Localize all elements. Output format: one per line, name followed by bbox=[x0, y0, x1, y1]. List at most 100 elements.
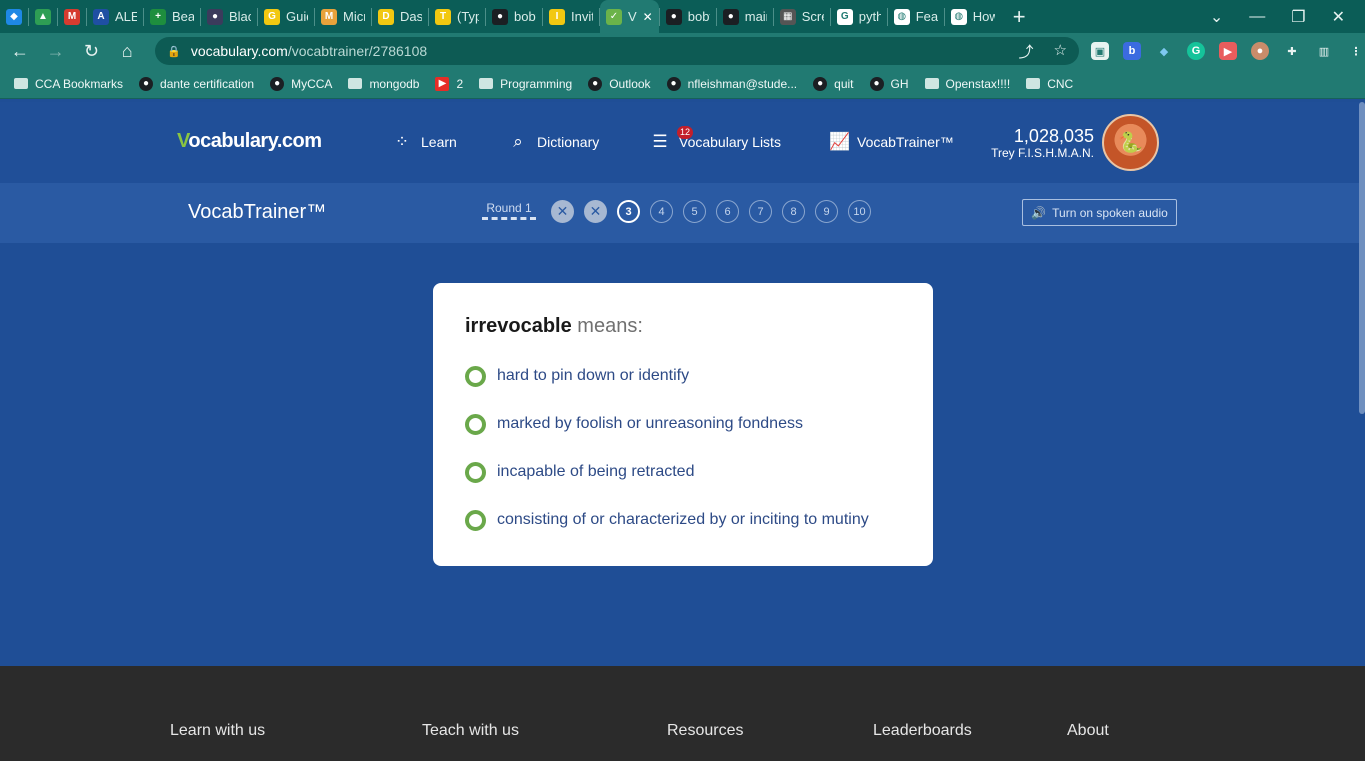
browser-tab[interactable]: G Guid bbox=[258, 0, 314, 33]
avatar-extension-icon[interactable]: ● bbox=[1250, 42, 1269, 60]
browser-tab[interactable]: M bbox=[58, 0, 86, 33]
browser-tab[interactable]: A ALE bbox=[87, 0, 143, 33]
tab-favicon-icon: A bbox=[93, 8, 109, 25]
browser-tab[interactable]: ◍ How bbox=[945, 0, 1001, 33]
close-window-icon[interactable]: ✕ bbox=[1332, 7, 1345, 27]
answer-choice[interactable]: marked by foolish or unreasoning fondnes… bbox=[465, 400, 901, 448]
b-extension-icon[interactable]: b bbox=[1122, 42, 1141, 60]
picture-in-picture-icon[interactable]: ▣ bbox=[1090, 42, 1109, 60]
site-logo[interactable]: Vocabulary.com bbox=[177, 130, 322, 153]
footer-learn-with-us[interactable]: Learn with us bbox=[170, 722, 265, 740]
footer-teach-with-us[interactable]: Teach with us bbox=[422, 722, 519, 740]
folder-icon bbox=[1026, 78, 1041, 89]
question-progress-dot: 3 bbox=[617, 200, 640, 223]
question-progress: ✕ ✕ 3 4 5 6 7 8 9 10 bbox=[551, 200, 871, 223]
bookmark-item[interactable]: ● Outlook bbox=[588, 76, 651, 91]
nav-dictionary[interactable]: ⌕ Dictionary bbox=[509, 132, 599, 152]
user-info[interactable]: 1,028,035 Trey F.I.S.H.M.A.N. bbox=[991, 126, 1094, 160]
minimize-icon[interactable]: — bbox=[1249, 8, 1265, 26]
nav-vocabtrainer[interactable]: 📈 VocabTrainer™ bbox=[829, 132, 954, 152]
side-panel-icon[interactable]: ▥ bbox=[1315, 42, 1333, 60]
answer-choice[interactable]: incapable of being retracted bbox=[465, 448, 901, 496]
share-icon[interactable]: ⤴ bbox=[1019, 41, 1034, 62]
user-name: Trey F.I.S.H.M.A.N. bbox=[991, 146, 1094, 160]
tab-favicon-icon: ▲ bbox=[35, 8, 51, 25]
bookmark-item[interactable]: Programming bbox=[479, 77, 572, 91]
browser-tab[interactable]: ✓ V ✕ bbox=[600, 0, 659, 33]
site-favicon-icon: ● bbox=[139, 76, 154, 91]
close-tab-icon[interactable]: ✕ bbox=[643, 10, 653, 24]
restore-icon[interactable]: ❐ bbox=[1291, 7, 1305, 27]
lock-icon[interactable]: 🔒 bbox=[167, 45, 181, 58]
tab-title: How bbox=[972, 9, 995, 24]
bookmark-item[interactable]: ● MyCCA bbox=[270, 76, 333, 91]
back-icon[interactable]: ← bbox=[4, 41, 36, 62]
footer-leaderboards[interactable]: Leaderboards bbox=[873, 722, 972, 740]
nav-learn-label: Learn bbox=[421, 134, 457, 150]
menu-kebab-icon[interactable]: ⋮ bbox=[1347, 42, 1365, 60]
reload-icon[interactable]: ↻ bbox=[76, 41, 108, 62]
bookmark-star-icon[interactable]: ☆ bbox=[1054, 41, 1067, 62]
answer-choice[interactable]: consisting of or characterized by or inc… bbox=[465, 496, 901, 544]
extension-icons: ▣ b ◆ G ▶ ● ✚ ▥ ⋮ bbox=[1090, 42, 1365, 60]
radio-circle-icon[interactable] bbox=[465, 413, 486, 435]
bookmark-item[interactable]: ● nfleishman@stude... bbox=[666, 76, 797, 91]
extensions-puzzle-icon[interactable]: ✚ bbox=[1283, 42, 1301, 60]
user-avatar[interactable]: 🐍 bbox=[1102, 114, 1159, 171]
bookmark-item[interactable]: ● GH bbox=[869, 76, 909, 91]
forward-icon[interactable]: → bbox=[40, 41, 72, 62]
browser-tab[interactable]: ◆ bbox=[0, 0, 28, 33]
tab-search-icon[interactable]: ⌄ bbox=[1210, 7, 1223, 27]
bookmark-item[interactable]: ● quit bbox=[813, 76, 854, 91]
grammarly-icon[interactable]: G bbox=[1186, 42, 1205, 60]
answer-choice[interactable]: hard to pin down or identify bbox=[465, 352, 901, 400]
browser-tab[interactable]: ● bobt bbox=[486, 0, 542, 33]
browser-tab[interactable]: ▦ Scre bbox=[774, 0, 830, 33]
browser-tab[interactable]: M Micr bbox=[315, 0, 371, 33]
nav-vocabulary-lists[interactable]: ☰ 12 Vocabulary Lists bbox=[651, 126, 781, 152]
speaker-icon: 🔊 bbox=[1031, 205, 1047, 220]
bookmark-item[interactable]: mongodb bbox=[348, 77, 419, 91]
browser-tab[interactable]: ◍ Feat bbox=[888, 0, 944, 33]
browser-tab[interactable]: ▲ bbox=[29, 0, 57, 33]
bookmark-item[interactable]: ● dante certification bbox=[139, 76, 254, 91]
recorder-extension-icon[interactable]: ▶ bbox=[1218, 42, 1237, 60]
bookmark-item[interactable]: CCA Bookmarks bbox=[14, 77, 123, 91]
gem-extension-icon[interactable]: ◆ bbox=[1155, 42, 1173, 60]
url-path: /vocabtrainer/2786108 bbox=[287, 43, 428, 59]
browser-tab[interactable]: T (Typ bbox=[429, 0, 485, 33]
new-tab-button[interactable]: + bbox=[1001, 4, 1038, 30]
browser-tab[interactable]: I Invit bbox=[543, 0, 599, 33]
bookmark-item[interactable]: ▶ 2 bbox=[435, 76, 463, 91]
logo-text: ocabulary.com bbox=[188, 130, 322, 152]
tab-favicon-icon: ◍ bbox=[950, 8, 967, 25]
round-indicator: Round 1 bbox=[482, 201, 536, 220]
page-scrollbar[interactable] bbox=[1359, 102, 1365, 414]
browser-tab[interactable]: D Dash bbox=[372, 0, 428, 33]
footer-resources[interactable]: Resources bbox=[667, 722, 743, 740]
bookmark-item[interactable]: Openstax!!!! bbox=[924, 77, 1010, 91]
folder-icon bbox=[14, 78, 28, 89]
spoken-audio-button[interactable]: 🔊 Turn on spoken audio bbox=[1022, 199, 1177, 226]
home-icon[interactable]: ⌂ bbox=[111, 41, 143, 62]
radio-circle-icon[interactable] bbox=[465, 461, 486, 483]
site-favicon-icon: ● bbox=[588, 76, 603, 91]
browser-tab[interactable]: ● Blac bbox=[201, 0, 257, 33]
browser-tab[interactable]: Gpyth bbox=[831, 0, 887, 33]
radio-circle-icon[interactable] bbox=[465, 509, 486, 531]
bookmark-item[interactable]: CNC bbox=[1026, 77, 1073, 91]
browser-tab[interactable]: ● mair bbox=[717, 0, 773, 33]
question-progress-dot: 5 bbox=[683, 200, 706, 223]
browser-tab[interactable]: + Beat bbox=[144, 0, 200, 33]
tab-title: mair bbox=[744, 9, 767, 24]
bookmark-label: Programming bbox=[500, 76, 573, 91]
bookmark-label: MyCCA bbox=[291, 76, 333, 91]
address-bar[interactable]: 🔒 vocabulary.com/vocabtrainer/2786108 ⤴ … bbox=[155, 37, 1079, 65]
nav-learn[interactable]: ⁘ Learn bbox=[393, 132, 457, 152]
round-label: Round 1 bbox=[486, 201, 532, 215]
radio-circle-icon[interactable] bbox=[465, 365, 486, 387]
footer-about[interactable]: About bbox=[1067, 722, 1109, 740]
tab-title: (Typ bbox=[457, 9, 479, 24]
browser-tab[interactable]: ● bobt bbox=[660, 0, 716, 33]
answer-choice-text: marked by foolish or unreasoning fondnes… bbox=[497, 415, 803, 432]
